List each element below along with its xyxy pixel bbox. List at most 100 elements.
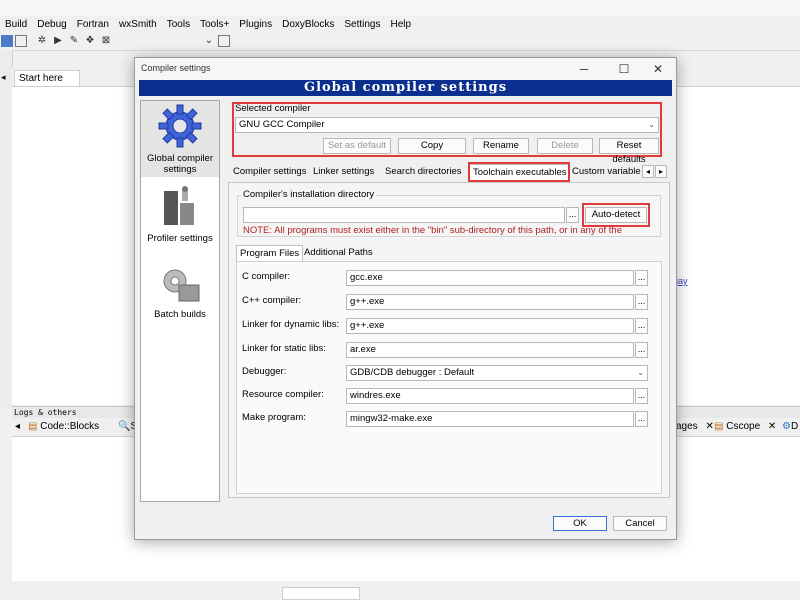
install-dir-note: NOTE: All programs must exist either in …	[243, 225, 622, 236]
tab-scroll-left-icon[interactable]: ◂	[642, 165, 654, 178]
delete-button[interactable]: Delete	[537, 138, 593, 154]
category-batch-builds-label: Batch builds	[154, 309, 206, 320]
dialog-title: Compiler settings	[141, 63, 211, 73]
logs-tab-cscope[interactable]: ▤ Cscope ✕	[714, 420, 776, 434]
menu-settings[interactable]: Settings	[339, 19, 385, 30]
editor-link-fragment[interactable]: jay	[676, 276, 688, 286]
category-batch-builds[interactable]: Batch builds	[141, 265, 219, 325]
tab-search-directories[interactable]: Search directories	[382, 164, 465, 180]
menu-build[interactable]: Build	[0, 19, 32, 30]
rename-button[interactable]: Rename	[473, 138, 529, 154]
batch-builds-icon	[163, 269, 200, 302]
make-program-input[interactable]: mingw32-make.exe	[346, 411, 634, 427]
menu-help[interactable]: Help	[386, 19, 417, 30]
install-dir-label: Compiler's installation directory	[241, 189, 377, 200]
compiler-settings-dialog: Compiler settings ─ ☐ ✕ Global compiler …	[134, 57, 677, 540]
menu-plugins[interactable]: Plugins	[234, 19, 277, 30]
linker-dynamic-input[interactable]: g++.exe	[346, 318, 634, 334]
tab-scroll-left-icon[interactable]: ◂	[15, 420, 20, 434]
c-compiler-label: C compiler:	[242, 271, 291, 282]
cpp-compiler-browse-button[interactable]: ...	[635, 294, 648, 310]
tab-start-here[interactable]: Start here ✕	[14, 70, 80, 100]
category-global-compiler[interactable]: Global compiler settings	[141, 101, 219, 177]
menu-doxyblocks[interactable]: DoxyBlocks	[277, 19, 339, 30]
set-as-default-button[interactable]: Set as default	[323, 138, 391, 154]
menu-tools[interactable]: Tools	[162, 19, 195, 30]
run-icon[interactable]: ▶	[52, 35, 64, 47]
document-icon: ▤	[714, 421, 724, 432]
resource-compiler-label: Resource compiler:	[242, 389, 324, 400]
step-icon[interactable]: ❖	[84, 35, 96, 47]
selected-compiler-label: Selected compiler	[235, 103, 311, 114]
resource-compiler-browse-button[interactable]: ...	[635, 388, 648, 404]
settings-gear-icon[interactable]: ✲	[36, 35, 48, 47]
logs-tab-d-label: D	[790, 421, 799, 432]
minimize-icon[interactable]: ─	[576, 61, 592, 77]
linker-dynamic-label: Linker for dynamic libs:	[242, 319, 340, 330]
close-icon[interactable]: ✕	[650, 61, 666, 77]
auto-detect-highlight	[582, 203, 650, 227]
menu-debug[interactable]: Debug	[32, 19, 71, 30]
logs-tab-codeblocks-label: Code::Blocks	[40, 421, 100, 432]
dialog-banner: Global compiler settings	[139, 80, 672, 96]
linker-static-browse-button[interactable]: ...	[635, 342, 648, 358]
profiler-icon	[164, 186, 194, 225]
ok-button[interactable]: OK	[553, 516, 607, 531]
tab-compiler-settings[interactable]: Compiler settings	[230, 164, 309, 180]
maximize-icon[interactable]: ☐	[616, 61, 632, 77]
install-dir-input[interactable]	[243, 207, 565, 223]
tab-scroll-right-icon[interactable]: ▸	[655, 165, 667, 178]
tab-scroll-left-icon[interactable]: ◂	[1, 72, 6, 83]
dropdown-arrow-icon[interactable]: ⌄	[203, 35, 215, 47]
window-top-strip	[0, 0, 800, 16]
c-compiler-browse-button[interactable]: ...	[635, 270, 648, 286]
close-icon[interactable]: ✕	[705, 421, 713, 432]
subtab-program-files[interactable]: Program Files	[236, 245, 304, 262]
copy-button[interactable]: Copy	[398, 138, 466, 154]
category-profiler-label: Profiler settings	[147, 233, 213, 244]
chevron-down-icon: ⌄	[637, 368, 644, 377]
category-profiler[interactable]: Profiler settings	[141, 185, 219, 245]
make-program-label: Make program:	[242, 412, 306, 423]
resource-compiler-input[interactable]: windres.exe	[346, 388, 634, 404]
browse-install-dir-button[interactable]: ...	[566, 207, 579, 223]
debugger-label: Debugger:	[242, 366, 287, 377]
logs-tab-messages[interactable]: ages ✕	[676, 420, 714, 434]
logs-tab-messages-label: ages	[676, 421, 698, 432]
statusbar	[0, 584, 800, 600]
compiler-select[interactable]: GNU GCC Compiler ⌄	[235, 117, 659, 133]
tab-linker-settings[interactable]: Linker settings	[310, 164, 377, 180]
linker-static-label: Linker for static libs:	[242, 343, 326, 354]
status-field	[282, 587, 360, 600]
compiler-select-value: GNU GCC Compiler	[239, 119, 325, 130]
logs-tab-codeblocks[interactable]: ▤ Code::Blocks	[28, 420, 99, 434]
cpp-compiler-input[interactable]: g++.exe	[346, 294, 634, 310]
cancel-button[interactable]: Cancel	[613, 516, 667, 531]
make-program-browse-button[interactable]: ...	[635, 411, 648, 427]
menu-tools-plus[interactable]: Tools+	[195, 19, 234, 30]
window-icon[interactable]	[15, 35, 27, 47]
menu-wxsmith[interactable]: wxSmith	[114, 19, 162, 30]
cpp-compiler-label: C++ compiler:	[242, 295, 302, 306]
linker-static-input[interactable]: ar.exe	[346, 342, 634, 358]
c-compiler-input[interactable]: gcc.exe	[346, 270, 634, 286]
settings-panel: Selected compiler GNU GCC Compiler ⌄ Set…	[227, 100, 673, 500]
close-icon[interactable]: ✕	[768, 421, 776, 432]
logs-tab-d[interactable]: ⚙D	[782, 420, 798, 434]
debug-icon[interactable]: ✎	[68, 35, 80, 47]
build-icon[interactable]	[1, 35, 13, 47]
reset-defaults-button[interactable]: Reset defaults	[599, 138, 659, 165]
toolchain-tab-highlight	[468, 162, 570, 182]
stop-icon[interactable]: ⊠	[100, 35, 112, 47]
tab-custom-variable[interactable]: Custom variable	[569, 164, 643, 180]
settings-tabbar: Compiler settings Linker settings Search…	[230, 164, 670, 182]
panel-icon[interactable]	[218, 35, 230, 47]
logs-tab-cscope-label: Cscope	[726, 421, 761, 432]
subtab-additional-paths[interactable]: Additional Paths	[301, 245, 376, 261]
debugger-select[interactable]: GDB/CDB debugger : Default ⌄	[346, 365, 648, 381]
menu-fortran[interactable]: Fortran	[72, 19, 114, 30]
category-global-compiler-label: Global compiler settings	[147, 153, 213, 175]
toolchain-tab-page: Compiler's installation directory ... Au…	[228, 182, 670, 498]
search-icon: 🔍	[118, 421, 131, 432]
linker-dynamic-browse-button[interactable]: ...	[635, 318, 648, 334]
